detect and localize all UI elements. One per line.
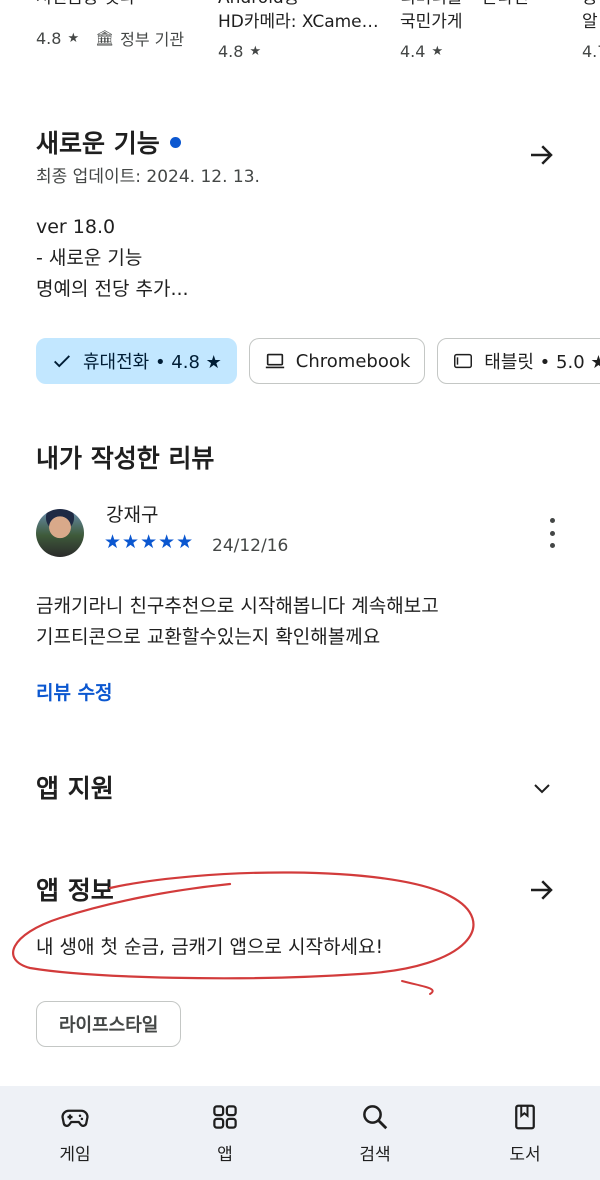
nav-label: 검색: [359, 1145, 391, 1165]
device-filter-chips: 휴대전화 • 4.8 ★ Chromebook 태블릿 • 5.0 ★: [36, 338, 600, 384]
release-notes: ver 18.0 - 새로운 기능 명예의 전당 추가...: [36, 212, 189, 305]
rating-stars: ★★★★★: [104, 531, 195, 553]
nav-search[interactable]: 검색: [320, 1102, 430, 1165]
review-text-line: 금캐기라니 친구추천으로 시작해봅니다 계속해보고: [36, 595, 439, 617]
reviewer-name: 강재구: [106, 504, 159, 526]
app-support-title[interactable]: 앱 지원: [36, 769, 114, 805]
chip-label: 태블릿 • 5.0 ★: [484, 352, 600, 373]
related-app-name-line1: Android용: [218, 0, 398, 10]
related-app-card[interactable]: 티머니골 – 온라인 국민가게 4.4 ★: [400, 0, 550, 61]
bottom-navigation: 게임 앱 검색 도서: [0, 1086, 600, 1180]
chip-label: 휴대전화 • 4.8 ★: [83, 352, 222, 373]
whats-new-title-text: 새로운 기능: [36, 129, 160, 158]
check-icon: [54, 355, 70, 368]
tablet-icon: [454, 353, 473, 369]
release-note-line: - 새로운 기능: [36, 247, 143, 269]
related-app-card[interactable]: 서민금융 잇다 4.8 ★ 🏛 정부 기관: [36, 0, 216, 50]
release-note-line: 명예의 전당 추가...: [36, 278, 189, 300]
related-app-card[interactable]: Android용 HD카메라: XCame… 4.8 ★: [218, 0, 398, 61]
related-app-name-line1: 동: [582, 0, 600, 10]
related-app-meta: 4.8 ★: [218, 42, 398, 61]
related-app-badge: 정부 기관: [120, 30, 185, 49]
review-text-line: 기프티콘으로 교환할수있는지 확인해볼께요: [36, 626, 381, 648]
related-app-name-line1: 티머니골 – 온라인: [400, 0, 550, 10]
star-icon: ★: [67, 30, 80, 46]
related-app-meta: 4.7: [582, 42, 600, 61]
whats-new-title[interactable]: 새로운 기능: [36, 124, 181, 160]
apps-grid-icon: [213, 1105, 237, 1129]
release-note-line: ver 18.0: [36, 216, 116, 238]
review-text: 금캐기라니 친구추천으로 시작해봅니다 계속해보고 기프티콘으로 교환할수있는지…: [36, 591, 439, 653]
related-app-rating: 4.4: [400, 42, 426, 61]
edit-review-link[interactable]: 리뷰 수정: [36, 678, 113, 705]
related-app-name-line2: HD카메라: XCame…: [218, 12, 379, 32]
star-icon: ★: [431, 44, 444, 59]
related-app-rating: 4.8: [36, 28, 62, 48]
nav-label: 게임: [59, 1145, 91, 1165]
about-app-title[interactable]: 앱 정보: [36, 871, 114, 907]
related-apps-row: 서민금융 잇다 4.8 ★ 🏛 정부 기관 Android용 HD카메라: XC…: [0, 0, 600, 76]
chip-chromebook[interactable]: Chromebook: [248, 338, 426, 384]
related-app-name: 서민금융 잇다: [36, 0, 216, 10]
nav-books[interactable]: 도서: [470, 1102, 580, 1165]
app-details-page: 서민금융 잇다 4.8 ★ 🏛 정부 기관 Android용 HD카메라: XC…: [0, 0, 600, 1180]
avatar: [36, 509, 84, 557]
more-options-icon[interactable]: [546, 518, 558, 548]
related-app-rating: 4.7: [582, 42, 600, 61]
chevron-down-icon[interactable]: [530, 776, 554, 800]
app-description: 내 생애 첫 순금, 금캐기 앱으로 시작하세요!: [36, 936, 384, 958]
laptop-icon: [265, 353, 284, 369]
book-icon: [515, 1104, 535, 1130]
my-review-title: 내가 작성한 리뷰: [36, 444, 215, 473]
chip-label: Chromebook: [295, 350, 411, 372]
related-app-name-line2: 알: [582, 12, 598, 32]
related-app-meta: 4.4 ★: [400, 42, 550, 61]
nav-apps[interactable]: 앱: [170, 1102, 280, 1165]
nav-label: 도서: [509, 1145, 541, 1165]
nav-games[interactable]: 게임: [20, 1102, 130, 1165]
related-app-rating: 4.8: [218, 42, 244, 61]
related-app-name-line2: 국민가게: [400, 12, 463, 32]
arrow-right-icon[interactable]: [526, 140, 556, 170]
new-indicator-dot: [169, 136, 181, 148]
related-app-card[interactable]: 동 알 4.7: [582, 0, 600, 61]
gamepad-icon: [61, 1109, 89, 1127]
last-updated-text: 최종 업데이트: 2024. 12. 13.: [36, 167, 260, 187]
chip-phone[interactable]: 휴대전화 • 4.8 ★: [36, 338, 237, 384]
nav-label: 앱: [217, 1145, 233, 1165]
review-date: 24/12/16: [212, 536, 289, 556]
chip-tablet[interactable]: 태블릿 • 5.0 ★: [437, 338, 600, 384]
related-app-meta: 4.8 ★ 🏛 정부 기관: [36, 26, 216, 50]
arrow-right-icon[interactable]: [526, 875, 556, 905]
government-icon: 🏛: [95, 29, 115, 47]
category-chip[interactable]: 라이프스타일: [36, 1001, 182, 1047]
star-icon: ★: [249, 44, 262, 59]
search-icon: [363, 1105, 388, 1130]
